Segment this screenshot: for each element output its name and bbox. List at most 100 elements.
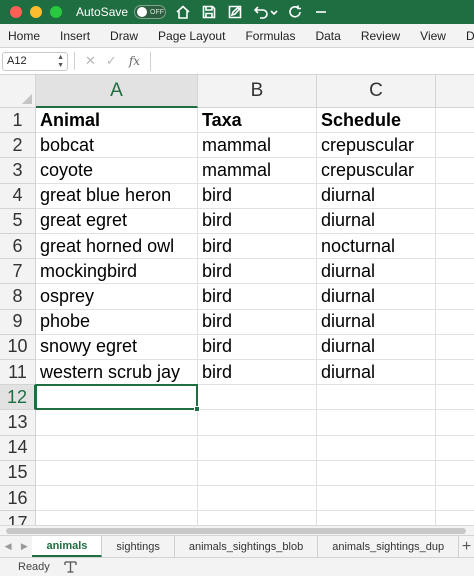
autosave-toggle[interactable]: OFF xyxy=(134,5,167,19)
cell-c15[interactable] xyxy=(317,460,436,486)
cell-a14[interactable] xyxy=(36,435,198,461)
row-header-7[interactable]: 7 xyxy=(0,259,36,285)
cell-b2[interactable]: mammal xyxy=(198,133,317,159)
cell-d17[interactable] xyxy=(436,511,474,525)
formula-input[interactable] xyxy=(150,51,474,71)
cell-d4[interactable] xyxy=(436,184,474,209)
more-icon[interactable] xyxy=(312,3,330,21)
cell-a11[interactable]: western scrub jay xyxy=(36,360,198,386)
sheet-tab-animals[interactable]: animals xyxy=(32,536,103,557)
cell-a1[interactable]: Animal xyxy=(36,108,198,134)
tab-view[interactable]: View xyxy=(420,29,446,43)
cell-a17[interactable] xyxy=(36,511,198,525)
cell-c2[interactable]: crepuscular xyxy=(317,133,436,159)
name-box-stepper-icon[interactable]: ▲ ▼ xyxy=(57,54,64,70)
cell-b6[interactable]: bird xyxy=(198,234,317,260)
row-header-15[interactable]: 15 xyxy=(0,460,36,486)
cell-d15[interactable] xyxy=(436,461,474,486)
cell-d6[interactable] xyxy=(436,234,474,260)
accessibility-icon[interactable] xyxy=(64,561,78,573)
cell-a7[interactable]: mockingbird xyxy=(36,259,198,285)
cell-b1[interactable]: Taxa xyxy=(198,108,317,134)
cell-d11[interactable] xyxy=(436,360,474,386)
tab-page-layout[interactable]: Page Layout xyxy=(158,29,225,43)
cell-c9[interactable]: diurnal xyxy=(317,309,436,335)
chevron-right-icon[interactable]: ▶ xyxy=(21,541,28,552)
cell-a13[interactable] xyxy=(36,410,198,436)
insert-function-button[interactable]: fx xyxy=(129,54,140,68)
cell-d8[interactable] xyxy=(436,284,474,310)
cell-b17[interactable] xyxy=(198,511,317,525)
cell-a16[interactable] xyxy=(36,486,198,512)
minimize-window-button[interactable] xyxy=(30,6,42,18)
row-header-1[interactable]: 1 xyxy=(0,108,36,134)
row-header-14[interactable]: 14 xyxy=(0,435,36,461)
cell-a4[interactable]: great blue heron xyxy=(36,183,198,209)
cell-c10[interactable]: diurnal xyxy=(317,334,436,360)
cell-b14[interactable] xyxy=(198,435,317,461)
cell-a15[interactable] xyxy=(36,460,198,486)
sheet-tab-animals-sightings-dup[interactable]: animals_sightings_dup xyxy=(318,536,460,557)
edit-icon[interactable] xyxy=(226,3,244,21)
cell-a9[interactable]: phobe xyxy=(36,309,198,335)
cell-d12[interactable] xyxy=(436,385,474,411)
row-header-13[interactable]: 13 xyxy=(0,410,36,436)
tab-formulas[interactable]: Formulas xyxy=(245,29,295,43)
row-header-8[interactable]: 8 xyxy=(0,284,36,310)
cell-c11[interactable]: diurnal xyxy=(317,360,436,386)
cell-c6[interactable]: nocturnal xyxy=(317,234,436,260)
cell-c17[interactable] xyxy=(317,511,436,525)
name-box[interactable]: A12 ▲ ▼ xyxy=(2,51,68,71)
cell-a6[interactable]: great horned owl xyxy=(36,234,198,260)
zoom-window-button[interactable] xyxy=(50,6,62,18)
cell-b7[interactable]: bird xyxy=(198,259,317,285)
horizontal-scrollbar[interactable] xyxy=(0,525,474,535)
cell-b8[interactable]: bird xyxy=(198,284,317,310)
undo-icon[interactable] xyxy=(252,3,270,21)
row-header-11[interactable]: 11 xyxy=(0,360,36,386)
spreadsheet-grid[interactable]: A B C 1 Animal Taxa Schedule 2 bobcat mammal crepu… xyxy=(0,75,474,525)
column-header-d[interactable] xyxy=(436,75,474,108)
select-all-button[interactable] xyxy=(0,75,36,108)
cell-c7[interactable]: diurnal xyxy=(317,259,436,285)
tab-draw[interactable]: Draw xyxy=(110,29,138,43)
cell-b3[interactable]: mammal xyxy=(198,158,317,184)
row-header-2[interactable]: 2 xyxy=(0,133,36,159)
cell-d2[interactable] xyxy=(436,133,474,159)
cell-d7[interactable] xyxy=(436,259,474,285)
cell-b5[interactable]: bird xyxy=(198,208,317,234)
confirm-entry-button[interactable]: ✓ xyxy=(106,53,117,69)
column-header-a[interactable]: A xyxy=(36,75,198,108)
tab-insert[interactable]: Insert xyxy=(60,29,90,43)
row-header-6[interactable]: 6 xyxy=(0,234,36,260)
save-icon[interactable] xyxy=(200,3,218,21)
cell-c8[interactable]: diurnal xyxy=(317,284,436,310)
row-header-10[interactable]: 10 xyxy=(0,334,36,360)
tab-developer[interactable]: Developer xyxy=(466,29,474,43)
cell-a8[interactable]: osprey xyxy=(36,284,198,310)
cell-d14[interactable] xyxy=(436,436,474,461)
chevron-left-icon[interactable]: ◀ xyxy=(5,541,12,552)
redo-icon[interactable] xyxy=(286,3,304,21)
cell-c13[interactable] xyxy=(317,410,436,436)
scrollbar-thumb[interactable] xyxy=(6,528,466,534)
cell-b9[interactable]: bird xyxy=(198,309,317,335)
cell-b10[interactable]: bird xyxy=(198,334,317,360)
cell-d5[interactable] xyxy=(436,209,474,234)
cell-a12[interactable] xyxy=(36,385,198,411)
sheet-tab-sightings[interactable]: sightings xyxy=(102,536,175,557)
cell-c16[interactable] xyxy=(317,486,436,512)
cell-c5[interactable]: diurnal xyxy=(317,208,436,234)
cell-d13[interactable] xyxy=(436,410,474,436)
column-header-c[interactable]: C xyxy=(317,75,436,108)
cell-d3[interactable] xyxy=(436,158,474,184)
cell-d10[interactable] xyxy=(436,335,474,360)
sheet-tab-animals-sightings-blob[interactable]: animals_sightings_blob xyxy=(175,536,319,557)
cell-c1[interactable]: Schedule xyxy=(317,108,436,134)
cell-c3[interactable]: crepuscular xyxy=(317,158,436,184)
cell-b4[interactable]: bird xyxy=(198,183,317,209)
cell-c4[interactable]: diurnal xyxy=(317,183,436,209)
cell-c12[interactable] xyxy=(317,385,436,411)
row-header-4[interactable]: 4 xyxy=(0,183,36,209)
cell-b16[interactable] xyxy=(198,486,317,512)
